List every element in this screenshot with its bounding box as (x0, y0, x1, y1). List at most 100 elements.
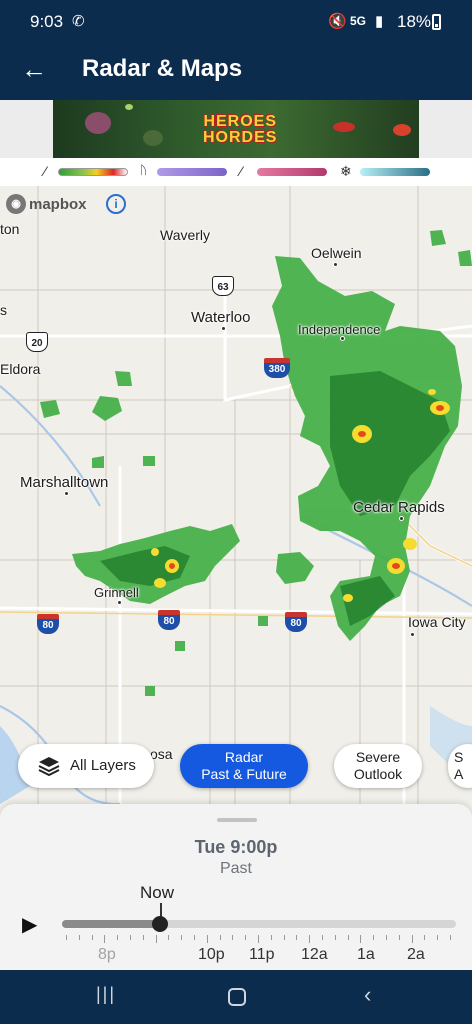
home-icon[interactable] (228, 988, 246, 1006)
timeline-thumb[interactable] (152, 916, 168, 932)
battery-icon (432, 14, 441, 30)
timeline-tick (309, 935, 311, 943)
us-route-shield: 63 (212, 276, 234, 296)
timeline-tick (386, 935, 387, 940)
city-label: Eldora (0, 361, 41, 377)
play-icon[interactable]: ▶ (22, 914, 42, 936)
system-nav-bar: ||| ‹ (0, 970, 472, 1024)
vibrate-off-icon: 🔇 (328, 13, 347, 30)
now-label: Now (140, 883, 175, 902)
severe-outlook-button[interactable]: Severe Outlook (334, 744, 422, 788)
timeline-progress (62, 920, 161, 928)
ad-title-line-2: HORDES (203, 129, 278, 146)
ad-title: HEROES HORDES (203, 114, 277, 146)
interstate-shield: 380 (264, 358, 290, 378)
timeline-tick (322, 935, 323, 940)
snowflake-icon: ❄ (340, 163, 352, 179)
radar-past-future-button[interactable]: Radar Past & Future (180, 744, 308, 788)
app-bar: ← Radar & Maps (0, 44, 472, 100)
timeline-tick (347, 935, 349, 940)
timeline-tick (194, 935, 195, 940)
next-chip-line-2: A (454, 766, 464, 782)
city-label: ton (0, 221, 20, 237)
timeline-tick (334, 935, 336, 940)
interstate-shield: 80 (37, 614, 59, 634)
city-label: Iowa City (408, 614, 466, 630)
rain-icon: ⁄ (44, 163, 47, 179)
tick-label: 8p (98, 946, 116, 963)
layers-icon (38, 757, 60, 777)
all-layers-button[interactable]: All Layers (18, 744, 154, 788)
status-time: 9:03 (30, 12, 64, 31)
timeline-tick (104, 935, 106, 943)
recents-icon[interactable]: ||| (96, 984, 116, 1005)
ad-graphic (393, 124, 411, 136)
network-type: 5G (350, 14, 367, 28)
mapbox-mark-icon: ◉ (6, 194, 26, 214)
precip-legend: ⁄ ᚢ ⁄ ❄ (0, 158, 472, 186)
us-route-shield: 20 (26, 332, 48, 352)
city-dot (117, 600, 122, 605)
ad-banner[interactable]: HEROES HORDES (53, 100, 419, 158)
city-dot (399, 516, 404, 521)
status-bar: 9:03 ✆ 🔇 5G ▮ 18% (0, 0, 472, 44)
missed-call-icon: ✆ (72, 13, 85, 30)
map-base (0, 186, 472, 804)
timeline-tick (450, 935, 451, 940)
all-layers-label: All Layers (70, 757, 136, 774)
timeline-tick (373, 935, 375, 940)
info-icon[interactable]: i (106, 194, 126, 214)
snow-scale (360, 168, 430, 176)
city-label: Grinnell (94, 585, 139, 600)
battery-level: 18% (397, 12, 432, 31)
ad-title-line-1: HEROES (203, 113, 278, 130)
mix-icon: ᚢ (140, 163, 148, 177)
radar-chip-line-1: Radar (224, 749, 264, 765)
timeline-tick (258, 935, 259, 943)
severe-chip-line-1: Severe (355, 749, 401, 765)
timeline-tick (117, 935, 119, 940)
city-label: Marshalltown (20, 474, 109, 491)
timeline-tick (206, 935, 208, 943)
timeline-tick (296, 935, 298, 940)
timeline-tick (360, 935, 362, 943)
tick-label: 2a (407, 946, 425, 963)
signal-icon: ▮ (375, 13, 384, 30)
timeline-tick (78, 935, 80, 940)
timeline-tick (245, 935, 247, 940)
timeline-current-time: Tue 9:00p (194, 837, 278, 857)
timeline-tick (155, 935, 157, 943)
tick-label: 10p (198, 946, 225, 963)
radar-map[interactable]: ◉ mapbox i ton Waverly Oelwein Waterloo … (0, 186, 472, 804)
ad-banner-area: HEROES HORDES (0, 100, 472, 158)
city-label: Oelwein (311, 245, 362, 261)
mix-scale (157, 168, 227, 176)
ad-graphic (85, 112, 111, 134)
app-screen: 9:03 ✆ 🔇 5G ▮ 18% ← Radar & Maps HEROES … (0, 0, 472, 1024)
tick-label: 11p (249, 946, 275, 963)
ad-graphic (143, 130, 163, 146)
city-label: Waverly (160, 227, 211, 243)
timeline-tick (437, 935, 439, 940)
radar-chip-line-2: Past & Future (201, 766, 287, 782)
timeline-slider[interactable] (62, 920, 456, 928)
city-dot (64, 491, 69, 496)
timeline-mode: Past (219, 860, 252, 877)
city-label: osa (150, 746, 173, 762)
city-label: Independence (298, 322, 381, 337)
sleet-icon: ⁄ (240, 163, 243, 179)
city-dot (333, 262, 338, 267)
timeline-tick (130, 935, 131, 940)
nav-back-icon[interactable]: ‹ (364, 982, 371, 1008)
city-label: Cedar Rapids (353, 499, 445, 516)
interstate-shield: 80 (285, 612, 307, 632)
ad-graphic (125, 104, 133, 110)
timeline-tick (142, 935, 144, 940)
timeline-tick (424, 935, 426, 940)
timeline-tick (283, 935, 285, 940)
arrow-left-icon[interactable]: ← (18, 54, 50, 86)
city-dot (340, 336, 345, 341)
drag-handle[interactable] (217, 818, 257, 822)
city-label: Waterloo (191, 309, 251, 326)
mapbox-logo[interactable]: ◉ mapbox (6, 193, 87, 215)
